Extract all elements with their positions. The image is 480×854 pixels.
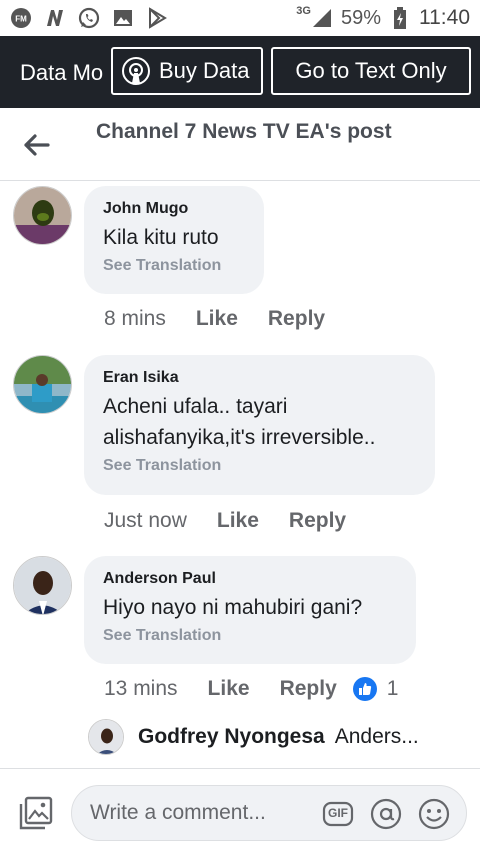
play-store-icon <box>146 7 168 29</box>
mention-icon[interactable] <box>370 798 402 830</box>
comment-author[interactable]: Eran Isika <box>103 367 415 389</box>
network-type: 3G <box>296 5 311 17</box>
buy-data-button[interactable]: Buy Data <box>111 47 263 95</box>
whatsapp-icon <box>78 7 100 29</box>
avatar[interactable] <box>88 719 124 755</box>
data-mode-bar: Data Mo Buy Data Go to Text Only <box>0 36 480 108</box>
buy-data-label: Buy Data <box>159 58 250 83</box>
clock: 11:40 <box>419 6 470 29</box>
reply-button[interactable]: Reply <box>268 307 325 331</box>
comment-bubble[interactable]: John Mugo Kila kitu ruto See Translation <box>84 186 264 294</box>
comment-input-placeholder: Write a comment... <box>90 801 266 824</box>
comment-composer: Write a comment... GIF <box>0 768 480 854</box>
comment-time: 13 mins <box>104 677 178 700</box>
signal-icon <box>311 7 333 29</box>
reply-preview[interactable]: Godfrey Nyongesa Anders... <box>88 717 468 757</box>
text-only-button[interactable]: Go to Text Only <box>271 47 471 95</box>
avatar[interactable] <box>13 355 72 414</box>
comment-actions: 13 mins Like Reply 1 <box>104 677 398 701</box>
battery-icon <box>389 7 411 29</box>
reply-author[interactable]: Godfrey Nyongesa <box>138 725 325 749</box>
like-button[interactable]: Like <box>217 509 259 533</box>
see-translation-link[interactable]: See Translation <box>103 627 396 645</box>
avatar[interactable] <box>13 186 72 245</box>
like-button[interactable]: Like <box>208 677 250 701</box>
see-translation-link[interactable]: See Translation <box>103 257 244 275</box>
n-app-icon <box>44 7 66 29</box>
comment-text: Kila kitu ruto <box>103 226 219 249</box>
post-header: Channel 7 News TV EA's post <box>0 108 480 181</box>
reply-snippet: Anders... <box>334 725 419 748</box>
status-bar: FM 3G 59% 11:40 <box>0 0 480 36</box>
comment-bubble[interactable]: Eran Isika Acheni ufala.. tayari alishaf… <box>84 355 435 495</box>
comment-time: 8 mins <box>104 307 166 330</box>
reaction-count: 1 <box>386 677 399 700</box>
data-mode-label: Data Mo <box>20 60 104 85</box>
comment-actions: 8 mins Like Reply <box>104 307 325 331</box>
comment-text: Acheni ufala.. tayari alishafanyika,it's… <box>103 395 376 449</box>
comment-actions: Just now Like Reply <box>104 509 346 533</box>
comment-author[interactable]: Anderson Paul <box>103 568 396 590</box>
svg-text:FM: FM <box>15 15 27 24</box>
broadcast-icon <box>121 56 151 86</box>
like-button[interactable]: Like <box>196 307 238 331</box>
fm-radio-icon: FM <box>10 7 32 29</box>
gif-icon[interactable]: GIF <box>322 798 354 830</box>
reply-button[interactable]: Reply <box>289 509 346 533</box>
text-only-label: Go to Text Only <box>295 58 447 83</box>
avatar[interactable] <box>13 556 72 615</box>
see-translation-link[interactable]: See Translation <box>103 457 415 475</box>
back-arrow-icon[interactable] <box>22 130 52 160</box>
comment-time: Just now <box>104 509 187 532</box>
page-title: Channel 7 News TV EA's post <box>96 120 392 143</box>
reply-button[interactable]: Reply <box>280 677 337 701</box>
comment-text: Hiyo nayo ni mahubiri gani? <box>103 596 363 619</box>
comment-input[interactable]: Write a comment... GIF <box>71 785 467 841</box>
like-reaction-icon[interactable] <box>352 677 377 701</box>
battery-percent: 59% <box>340 6 381 29</box>
photo-icon[interactable] <box>18 795 54 831</box>
gif-label: GIF <box>328 806 348 820</box>
comment-bubble[interactable]: Anderson Paul Hiyo nayo ni mahubiri gani… <box>84 556 416 664</box>
gallery-icon <box>112 7 134 29</box>
emoji-icon[interactable] <box>418 798 450 830</box>
comment-author[interactable]: John Mugo <box>103 198 244 220</box>
